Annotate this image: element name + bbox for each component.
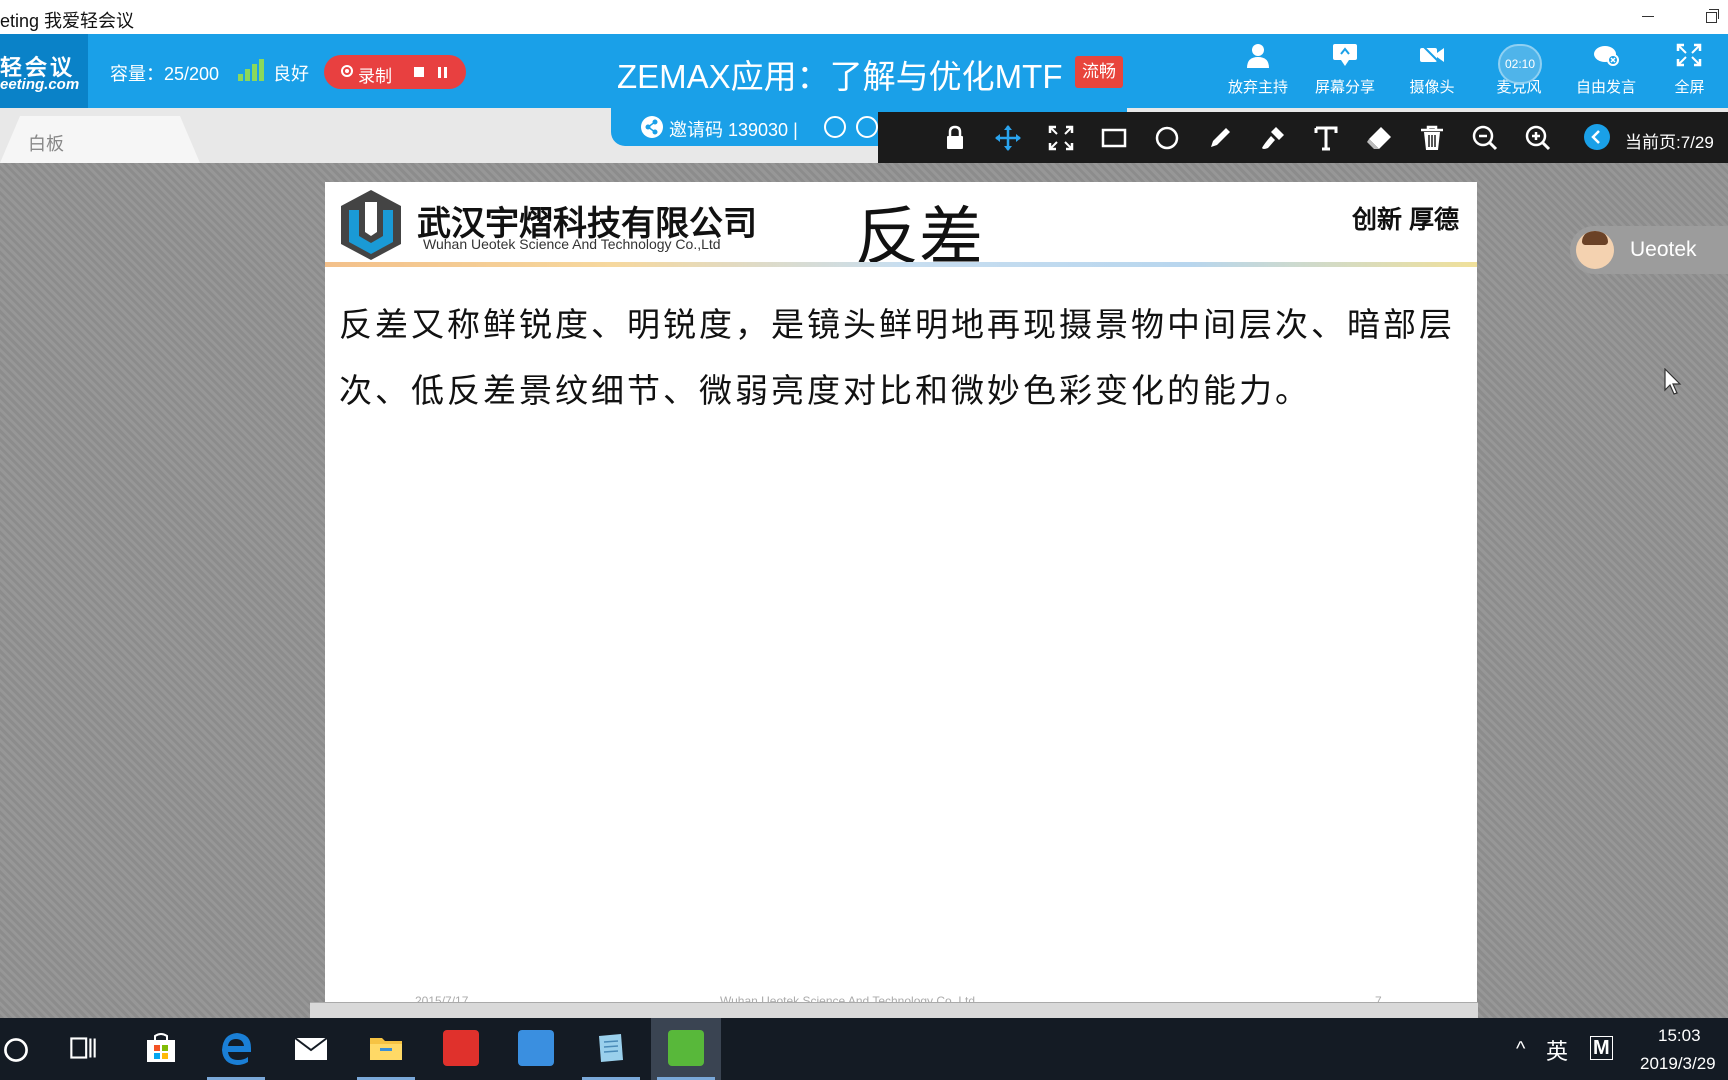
pinyin-icon [518,1030,554,1066]
mouse-cursor-icon [1664,368,1682,395]
fit-screen-icon[interactable] [1047,124,1075,152]
youdao-icon [443,1030,479,1066]
mail-button[interactable] [276,1018,346,1080]
chevron-left-icon [1591,130,1600,144]
free-speech-icon [1594,46,1619,66]
minimize-button[interactable] [1636,4,1660,28]
clock-time[interactable]: 15:03 [1658,1026,1701,1046]
explorer-icon [370,1038,402,1060]
pinyin-button[interactable] [501,1018,571,1080]
quality-badge[interactable]: 流畅 [1075,56,1123,88]
fullscreen-button[interactable]: 全屏 [1651,34,1728,108]
file-explorer-button[interactable] [351,1018,421,1080]
stop-icon[interactable] [414,67,424,77]
company-motto: 创新 厚德 [1352,206,1459,234]
notepad-button[interactable] [576,1018,646,1080]
screen-share-icon [1333,44,1357,66]
header-divider [325,262,1477,267]
window-titlebar: eting 我爱轻会议 [0,0,1728,34]
horizontal-scrollbar[interactable] [310,1002,1478,1019]
tab-label: 白板 [28,134,64,154]
avatar [1576,231,1614,269]
youdao-button[interactable] [426,1018,496,1080]
slide-header: 武汉宇熠科技有限公司 Wuhan Ueotek Science And Tech… [325,182,1477,275]
lock-icon[interactable] [941,124,969,152]
clock-date[interactable]: 2019/3/29 [1640,1054,1716,1074]
window-title: eting 我爱轻会议 [0,11,135,31]
page-indicator: 当前页:7/29 [1625,133,1714,152]
mail-icon [294,1037,328,1060]
record-button[interactable]: 录制 [324,55,466,89]
circle-icon[interactable] [1153,124,1181,152]
signal-strength-icon [238,59,264,81]
free-speech-button[interactable]: 自由发言 [1564,34,1648,108]
notepad-icon [599,1034,623,1062]
trash-icon[interactable] [1418,124,1446,152]
cortana-icon [4,1038,28,1062]
tool-label: 全屏 [1674,79,1705,96]
host-icon [1247,44,1269,68]
brush-icon[interactable] [1259,124,1287,152]
zoom-out-icon[interactable] [1471,124,1499,152]
participant-badge[interactable]: Ueotek [1570,226,1728,274]
527meeting-icon [668,1030,704,1066]
screen-share-button[interactable]: 屏幕分享 [1303,34,1387,108]
network-quality: 良好 [273,64,309,84]
zoom-in-icon[interactable] [1524,124,1552,152]
task-view-button[interactable] [48,1018,118,1080]
fullscreen-icon [1676,43,1702,67]
ime-indicator[interactable]: 英 [1546,1034,1568,1066]
participant-name: Ueotek [1630,238,1697,261]
app-logo: 轻会议 eeting.com [0,34,88,108]
tool-label: 自由发言 [1575,79,1636,96]
eraser-icon[interactable] [1365,124,1393,152]
logo-domain: eeting.com [0,76,80,93]
tool-label: 摄像头 [1409,79,1455,96]
tool-label: 放弃主持 [1227,79,1288,96]
store-button[interactable] [126,1018,196,1080]
record-icon [341,65,353,77]
pause-icon[interactable] [438,67,448,78]
speech-timer: 02:10 [1498,44,1542,84]
windows-taskbar: ^ 英 M 15:03 2019/3/29 [0,1018,1728,1080]
presentation-slide: 武汉宇熠科技有限公司 Wuhan Ueotek Science And Tech… [325,182,1477,1008]
link-icon[interactable] [824,116,846,138]
tool-label: 屏幕分享 [1314,79,1375,96]
camera-button[interactable]: 摄像头 [1390,34,1474,108]
restore-button[interactable] [1700,4,1724,28]
record-label: 录制 [358,67,392,86]
text-icon[interactable] [1312,124,1340,152]
move-icon[interactable] [994,124,1022,152]
ime-mode-indicator[interactable]: M [1590,1036,1613,1060]
edge-button[interactable] [201,1018,271,1080]
capacity-label: 容量：25/200 [110,64,220,84]
rectangle-icon[interactable] [1100,124,1128,152]
tab-whiteboard[interactable]: 白板 [0,116,200,163]
tray-expand-icon[interactable]: ^ [1516,1038,1525,1061]
cortana-button[interactable] [0,1018,48,1080]
meeting-header: 轻会议 eeting.com 容量：25/200 良好 录制 ZEMAX应用：了… [0,34,1728,108]
pencil-icon[interactable] [1206,124,1234,152]
meeting-title: ZEMAX应用：了解与优化MTF [617,58,1063,95]
share-icon[interactable] [641,116,663,138]
give-up-host-button[interactable]: 放弃主持 [1216,34,1300,108]
slide-body-text: 反差又称鲜锐度、明锐度，是镜头鲜明地再现摄景物中间层次、暗部层次、低反差景纹细节… [339,305,1455,410]
previous-page-button[interactable] [1584,124,1610,150]
company-logo-icon [341,190,401,260]
task-view-icon [70,1037,96,1059]
lock-room-icon[interactable] [856,116,878,138]
store-icon [147,1033,175,1062]
edge-icon [222,1033,251,1065]
invite-code: 邀请码 139030 | [669,120,798,140]
camera-off-icon [1420,43,1444,67]
company-english-name: Wuhan Ueotek Science And Technology Co.,… [423,236,721,252]
527meeting-button[interactable] [651,1018,721,1080]
